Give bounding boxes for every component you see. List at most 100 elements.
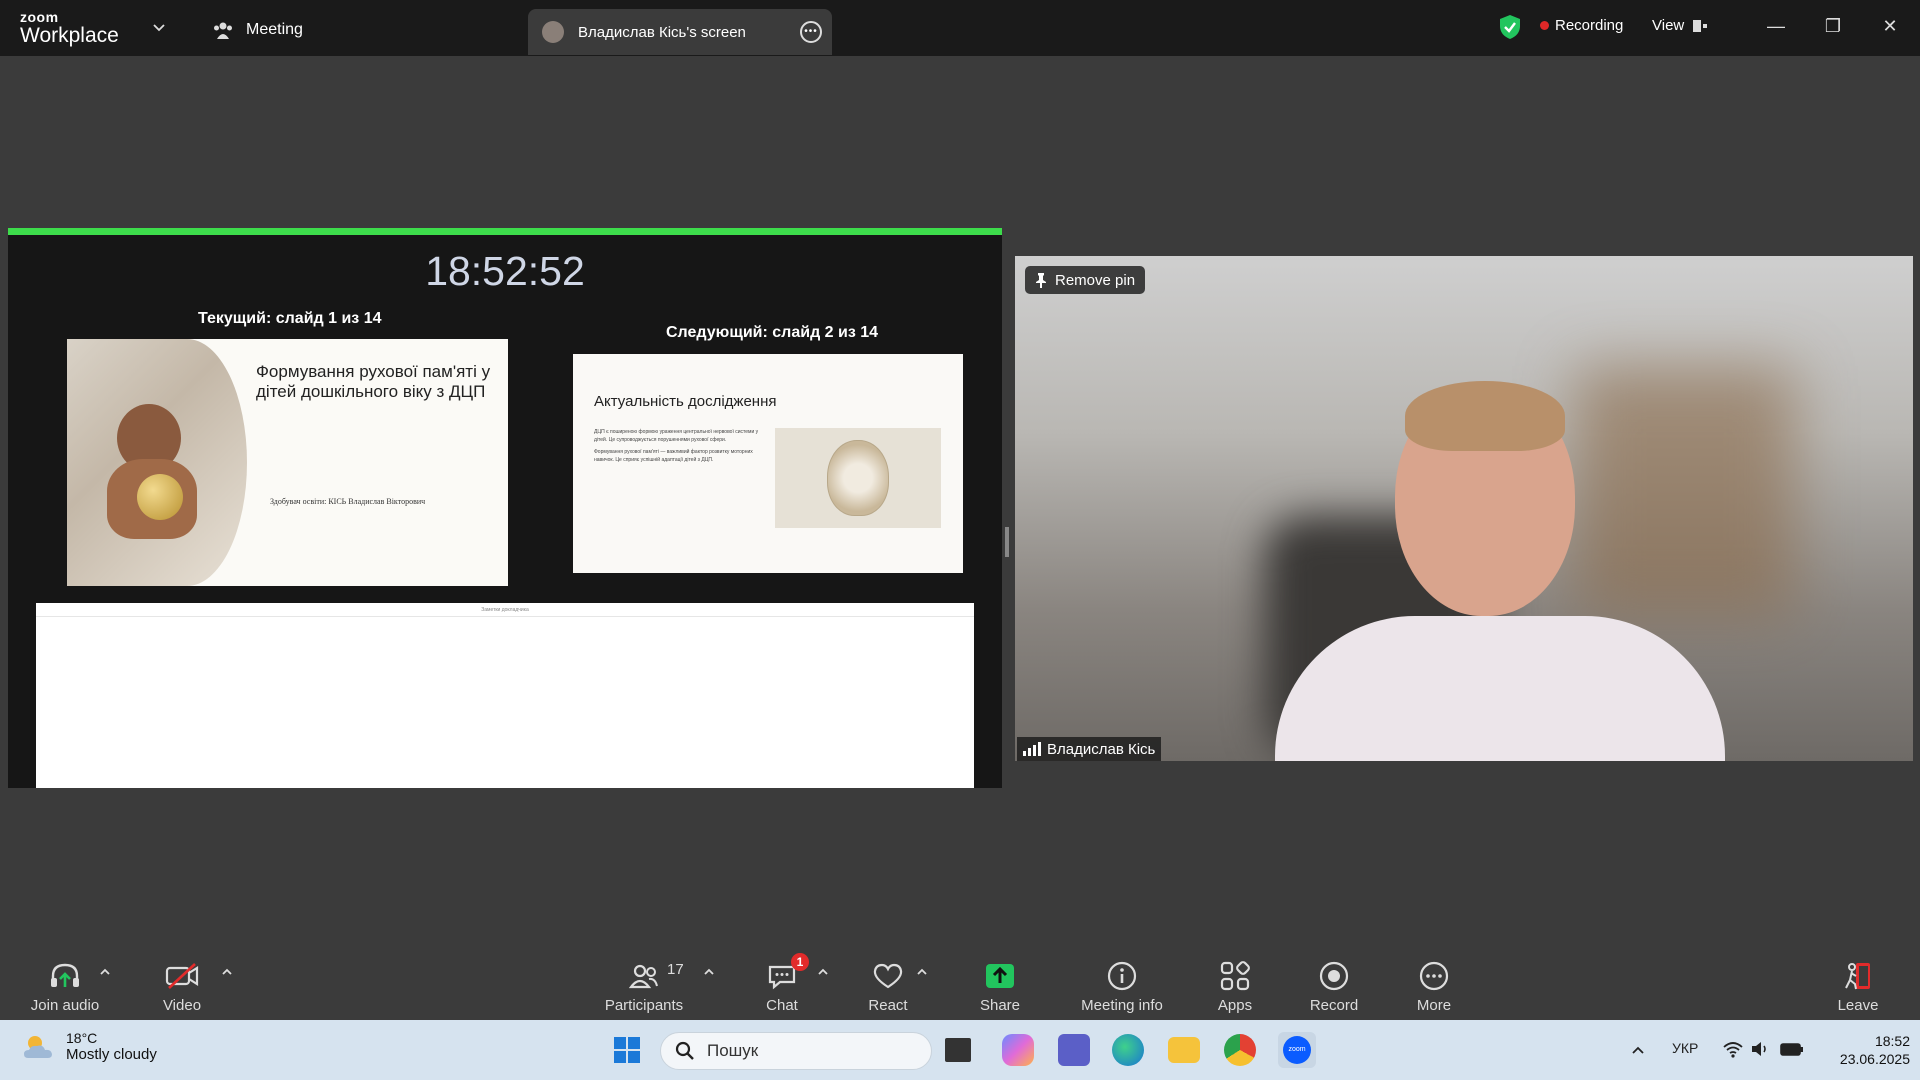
leave-label: Leave: [1837, 997, 1879, 1014]
pin-icon: [1036, 273, 1046, 288]
participants-count: 17: [667, 961, 684, 978]
more-options-icon[interactable]: •••: [800, 21, 822, 43]
signal-icon: [1023, 742, 1041, 756]
heart-icon: [873, 963, 903, 989]
participants-label: Participants: [604, 997, 684, 1014]
avatar: [542, 21, 564, 43]
react-caret-icon[interactable]: [914, 964, 930, 980]
share-screen-icon: [986, 964, 1014, 988]
restore-icon[interactable]: ❐: [1821, 14, 1845, 38]
chrome-icon[interactable]: [1224, 1034, 1256, 1066]
video-off-icon: [165, 963, 199, 989]
recording-indicator[interactable]: Recording: [1540, 17, 1623, 34]
wifi-icon[interactable]: [1722, 1040, 1744, 1058]
tab-meeting-label: Meeting: [246, 21, 303, 38]
weather-widget[interactable]: 18°C Mostly cloudy: [22, 1030, 157, 1063]
apps-icon: [1220, 961, 1250, 991]
meeting-icon: [214, 22, 232, 39]
chat-label: Chat: [766, 997, 798, 1014]
search-icon: [675, 1041, 694, 1060]
battery-icon[interactable]: [1780, 1040, 1804, 1058]
share-indicator-bar: [8, 228, 1002, 235]
react-label: React: [868, 997, 908, 1014]
participants-button[interactable]: 17 Participants: [602, 948, 686, 1020]
windows-start-icon[interactable]: [611, 1034, 643, 1066]
speaker-notes: Заметки докладчика: [36, 603, 974, 788]
current-slide-author: Здобувач освіти: КІСЬ Владислав Вікторов…: [270, 497, 426, 506]
presenter-clock: 18:52:52: [425, 248, 585, 294]
brand-small: zoom: [20, 9, 59, 25]
next-slide-label: Следующий: слайд 2 из 14: [666, 324, 879, 341]
leave-button[interactable]: Leave: [1830, 948, 1886, 1020]
weather-condition: Mostly cloudy: [66, 1046, 157, 1063]
participant-name-tag: Владислав Кісь: [1017, 737, 1162, 761]
participants-caret-icon[interactable]: [701, 964, 717, 980]
tab-screen-label: Владислав Кісь's screen: [578, 23, 746, 41]
next-slide-text-2: Формування рухової пам'яті — важливий фа…: [594, 449, 753, 463]
search-placeholder: Пошук: [707, 1041, 759, 1060]
record-button[interactable]: Record: [1304, 948, 1364, 1020]
taskbar-search[interactable]: Пошук: [660, 1032, 932, 1070]
brain-image: [775, 428, 941, 528]
video-caret-icon[interactable]: [219, 964, 235, 980]
chat-caret-icon[interactable]: [815, 964, 831, 980]
copilot-icon[interactable]: [1002, 1034, 1034, 1066]
next-slide-text: ДЦП є поширеною формою ураження централь…: [594, 428, 769, 464]
shared-screen[interactable]: 18:52:52 Текущий: слайд 1 из 14 Следующи…: [8, 228, 1002, 788]
join-audio-button[interactable]: Join audio: [26, 948, 104, 1020]
recording-label: Recording: [1555, 17, 1624, 34]
zoom-taskbar-button[interactable]: zoom: [1278, 1032, 1316, 1068]
video-label: Video: [162, 997, 202, 1014]
current-slide: Формування рухової пам'яті у дітей дошкі…: [67, 339, 508, 586]
chevron-down-icon[interactable]: [152, 20, 166, 34]
weather-temp: 18°C: [66, 1030, 98, 1046]
more-label: More: [1416, 997, 1452, 1014]
view-button[interactable]: View: [1652, 17, 1708, 34]
apps-button[interactable]: Apps: [1208, 948, 1262, 1020]
partly-cloudy-icon: [24, 1035, 52, 1058]
info-icon: [1107, 961, 1137, 991]
next-slide-text-1: ДЦП є поширеною формою ураження централь…: [594, 429, 759, 443]
remove-pin-label: Remove pin: [1055, 271, 1136, 289]
participants-icon: [629, 964, 658, 989]
meeting-info-button[interactable]: Meeting info: [1074, 948, 1170, 1020]
meeting-info-label: Meeting info: [1081, 997, 1163, 1014]
shield-check-icon[interactable]: [1498, 14, 1522, 40]
video-button[interactable]: Video: [150, 948, 214, 1020]
zoom-workplace-logo: zoom Workplace: [20, 10, 119, 48]
audio-caret-icon[interactable]: [97, 964, 113, 980]
record-icon: [1319, 961, 1349, 991]
teams-icon[interactable]: [1058, 1034, 1090, 1066]
tab-shared-screen[interactable]: Владислав Кісь's screen •••: [528, 9, 832, 55]
participant-body: [1275, 616, 1725, 761]
volume-icon[interactable]: [1750, 1040, 1770, 1058]
speaker-notes-label: Заметки докладчика: [36, 603, 974, 617]
view-label: View: [1652, 17, 1685, 34]
language-indicator[interactable]: УКР: [1672, 1040, 1698, 1056]
close-icon[interactable]: ✕: [1878, 14, 1902, 38]
remove-pin-button[interactable]: Remove pin: [1025, 266, 1146, 294]
react-button[interactable]: React: [860, 948, 916, 1020]
edge-icon[interactable]: [1112, 1034, 1144, 1066]
headphones-icon: [51, 963, 79, 987]
leave-icon: [1845, 963, 1870, 990]
file-explorer-icon[interactable]: [1168, 1037, 1200, 1063]
taskbar-date: 23.06.2025: [1839, 1051, 1910, 1067]
more-icon: [1419, 961, 1449, 991]
more-button[interactable]: More: [1406, 948, 1462, 1020]
zoom-app-icon: zoom: [1283, 1036, 1311, 1064]
current-slide-label: Текущий: слайд 1 из 14: [198, 310, 382, 327]
share-button[interactable]: Share: [972, 948, 1028, 1020]
minimize-icon[interactable]: —: [1764, 14, 1788, 38]
participant-video[interactable]: Remove pin Владислав Кісь: [1015, 256, 1913, 761]
participant-name: Владислав Кісь: [1047, 740, 1156, 758]
chat-button[interactable]: 1 Chat: [754, 948, 810, 1020]
task-view-icon[interactable]: [945, 1038, 971, 1062]
windows-taskbar: 18°C Mostly cloudy Пошук zoom УКР 18:52 …: [0, 1020, 1920, 1080]
clock[interactable]: 18:52 23.06.2025: [1810, 1032, 1910, 1068]
next-slide-title: Актуальність дослідження: [594, 393, 777, 410]
tab-meeting[interactable]: Meeting: [212, 16, 303, 44]
splitter-handle[interactable]: [1005, 527, 1009, 557]
show-hidden-icons-icon[interactable]: [1630, 1042, 1646, 1058]
apps-label: Apps: [1217, 997, 1253, 1014]
